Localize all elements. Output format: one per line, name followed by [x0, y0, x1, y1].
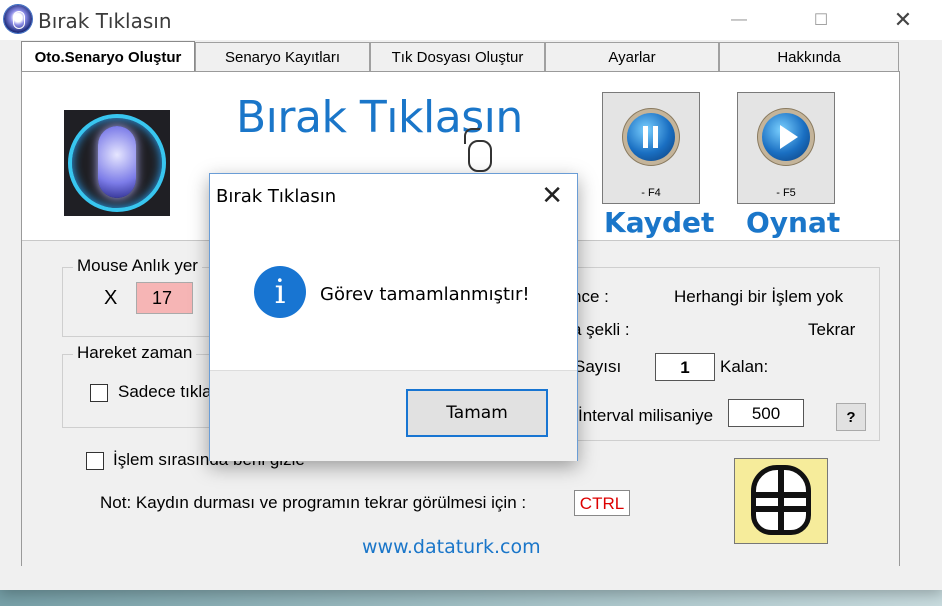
ok-button[interactable]: Tamam: [406, 389, 548, 437]
ctrl-key-field: CTRL: [574, 490, 630, 516]
dialog-close-button[interactable]: ✕: [541, 180, 563, 211]
play-shortcut: - F5: [776, 187, 796, 199]
close-button[interactable]: ✕: [880, 0, 926, 40]
info-icon: i: [254, 266, 306, 318]
play-button[interactable]: - F5: [737, 92, 835, 204]
count-label: Sayısı: [574, 357, 622, 376]
mouse-icon: [98, 126, 136, 198]
interval-label: İnterval milisaniye: [578, 406, 714, 425]
record-shortcut: - F4: [641, 187, 661, 199]
mode-label: a şekli :: [572, 320, 630, 339]
tab-settings[interactable]: Ayarlar: [545, 42, 719, 72]
tab-scenario-records[interactable]: Senaryo Kayıtları: [195, 42, 370, 72]
play-label: Oynat: [746, 206, 841, 239]
message-dialog: Bırak Tıklasın ✕ i Görev tamamlanmıştır!…: [209, 173, 578, 461]
tab-bar: Oto.Senaryo Oluştur Senaryo Kayıtları Tı…: [21, 41, 899, 73]
tab-about[interactable]: Hakkında: [719, 42, 899, 72]
record-label: Kaydet: [604, 206, 715, 239]
tab-auto-scenario[interactable]: Oto.Senaryo Oluştur: [21, 41, 195, 73]
remaining-label: Kalan:: [720, 357, 769, 376]
emblem-icon: [751, 465, 811, 535]
dialog-footer: Tamam: [210, 370, 577, 461]
dialog-title: Bırak Tıklasın: [216, 186, 337, 207]
hide-window-checkbox[interactable]: [86, 452, 104, 470]
record-button[interactable]: - F4: [602, 92, 700, 204]
mode-value: Tekrar: [808, 320, 856, 339]
window-title: Bırak Tıklasın: [38, 9, 172, 33]
interval-input[interactable]: 500: [728, 399, 804, 427]
only-clicks-checkbox[interactable]: [90, 384, 108, 402]
state-value: Herhangi bir İşlem yok: [674, 287, 844, 306]
maximize-button[interactable]: ☐: [798, 0, 844, 40]
help-button[interactable]: ?: [836, 403, 866, 431]
title-bar: Bırak Tıklasın — ☐ ✕: [0, 0, 942, 40]
count-input[interactable]: 1: [655, 353, 715, 381]
badge-logo: [734, 458, 828, 544]
tab-create-click-file[interactable]: Tık Dosyası Oluştur: [370, 42, 545, 72]
mouse-position-title: Mouse Anlık yer: [73, 256, 202, 276]
pause-icon: [627, 113, 675, 161]
minimize-button[interactable]: —: [716, 0, 762, 40]
dialog-message: Görev tamamlanmıştır!: [320, 284, 530, 305]
app-mouse-icon: [4, 5, 32, 33]
mouse-doodle-icon: [464, 128, 492, 172]
only-clicks-label: Sadece tıkla: [118, 382, 212, 401]
website-link[interactable]: www.dataturk.com: [362, 536, 541, 558]
note-text: Not: Kaydın durması ve programın tekrar …: [100, 493, 527, 512]
app-logo: [64, 110, 170, 216]
x-label: X: [104, 287, 118, 309]
play-icon: [762, 113, 810, 161]
movement-title: Hareket zaman: [73, 343, 197, 363]
x-value: 17: [136, 282, 193, 314]
